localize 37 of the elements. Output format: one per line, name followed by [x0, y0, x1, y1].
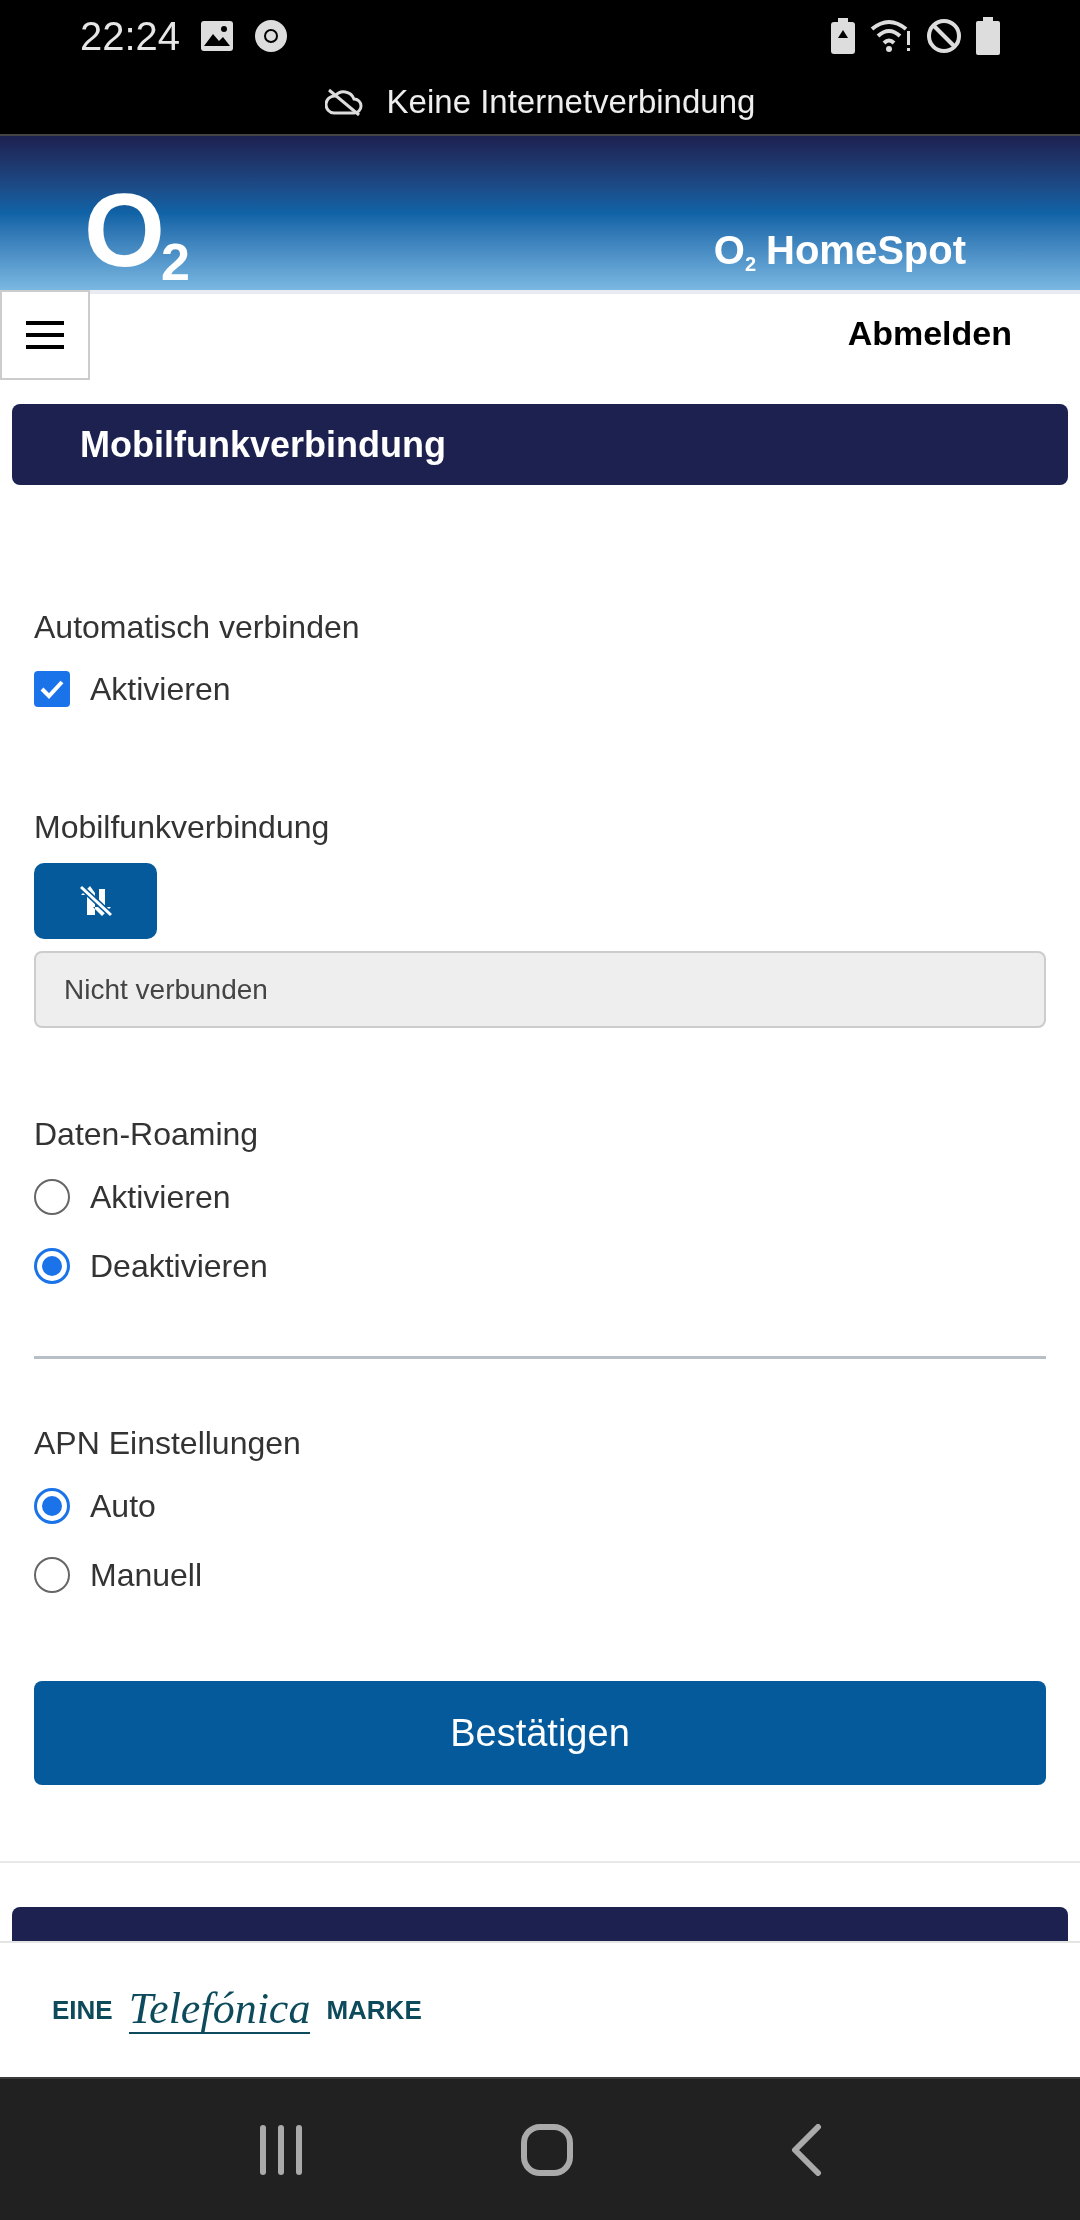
radio-button[interactable] — [34, 1556, 70, 1593]
confirm-button[interactable]: Bestätigen — [34, 1681, 1046, 1785]
blocked-icon — [926, 18, 962, 54]
battery-icon — [976, 17, 1000, 55]
field-label: Daten-Roaming — [34, 1115, 260, 1154]
radio-button[interactable] — [34, 1487, 70, 1524]
menu-button[interactable] — [0, 290, 90, 380]
image-icon — [200, 20, 235, 52]
radio-button[interactable] — [34, 1178, 70, 1215]
field-label: APN Einstellungen — [34, 1424, 302, 1463]
footer-text: MARKE — [326, 1993, 422, 2027]
data-off-icon — [77, 885, 114, 917]
menu-icon — [26, 321, 64, 349]
option-label: Deaktivieren — [90, 1246, 268, 1286]
option-label: Aktivieren — [90, 1177, 231, 1217]
option-label: Auto — [90, 1486, 156, 1526]
footer-text: EINE — [52, 1993, 113, 2027]
section-header: Mobilfunkverbindung — [12, 404, 1068, 485]
home-icon[interactable] — [521, 2123, 573, 2176]
wifi-icon — [870, 19, 912, 53]
battery-saver-icon — [830, 18, 856, 54]
field-label: Automatisch verbinden — [34, 608, 361, 647]
status-field: Nicht verbunden — [34, 951, 1046, 1028]
checkbox[interactable] — [34, 671, 70, 707]
field-label: Mobilfunkverbindung — [34, 808, 331, 847]
checkmark-icon — [39, 678, 65, 700]
brand-wordmark: Telefónica — [128, 1985, 311, 2035]
clock: 22:24 — [80, 13, 181, 60]
notification-text: Keine Internetverbindung — [386, 82, 756, 123]
logout-link[interactable]: Abmelden — [847, 308, 1012, 359]
recent-apps-icon[interactable] — [258, 2124, 305, 2175]
cloud-off-icon — [324, 88, 363, 116]
option-label: Manuell — [90, 1555, 203, 1595]
connection-toggle-button[interactable] — [34, 863, 157, 939]
option-label: Aktivieren — [90, 670, 231, 709]
back-icon[interactable] — [789, 2123, 822, 2176]
radio-button[interactable] — [34, 1247, 70, 1284]
